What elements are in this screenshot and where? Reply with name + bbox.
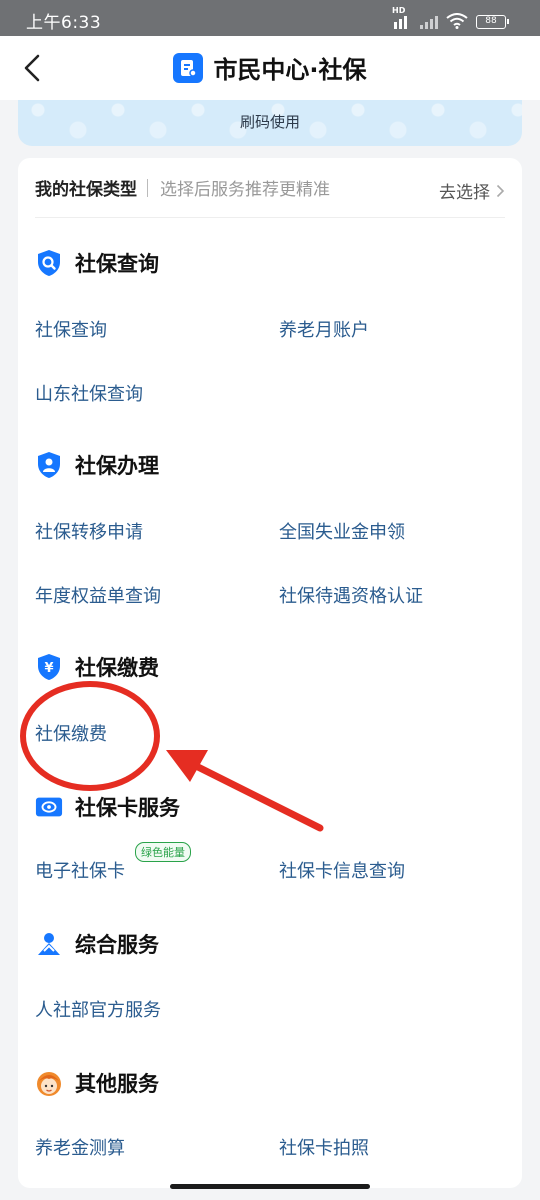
choose-type-label: 去选择	[439, 183, 490, 203]
service-link[interactable]: 电子社保卡	[35, 857, 125, 883]
nav-bar: 市民中心·社保	[0, 36, 540, 100]
divider	[147, 178, 148, 197]
avatar-face-icon	[35, 1069, 63, 1097]
section-title: 综合服务	[75, 933, 159, 957]
service-link[interactable]: 社保缴费	[35, 720, 107, 746]
cellular-signal-icon: HD	[392, 6, 412, 29]
section-title: 其他服务	[75, 1072, 159, 1096]
section-header-general: 综合服务	[35, 929, 159, 959]
section-title: 社保查询	[75, 252, 159, 276]
wifi-icon	[446, 13, 468, 29]
scan-code-label: 刷码使用	[239, 113, 300, 131]
person-services-icon	[35, 930, 63, 958]
service-link[interactable]: 年度权益单查询	[35, 582, 161, 608]
service-link[interactable]: 社保转移申请	[35, 518, 143, 544]
shield-person-icon	[35, 451, 63, 479]
status-bar: 上午6:33 HD 88	[0, 0, 540, 36]
insurance-type-hint: 选择后服务推荐更精准	[160, 180, 330, 200]
nav-title: 市民中心·社保	[0, 50, 540, 85]
social-card-icon	[35, 793, 63, 821]
services-card: 我的社保类型 选择后服务推荐更精准 去选择 社保查询 社保查询 养老月账户 山东…	[18, 158, 522, 1188]
svg-text:¥: ¥	[44, 661, 53, 676]
service-link[interactable]: 养老金测算	[35, 1134, 125, 1160]
shield-search-icon	[35, 249, 63, 277]
home-indicator[interactable]	[170, 1184, 370, 1189]
section-header-handle: 社保办理	[35, 450, 159, 480]
green-energy-badge: 绿色能量	[135, 842, 191, 862]
shield-yuan-icon: ¥	[35, 653, 63, 681]
battery-icon: 88	[476, 15, 509, 29]
choose-type-button[interactable]: 去选择	[439, 178, 505, 203]
citizen-center-logo-icon	[173, 52, 204, 83]
status-time: 上午6:33	[26, 13, 102, 33]
section-header-query: 社保查询	[35, 248, 159, 278]
insurance-type-label: 我的社保类型	[35, 180, 137, 200]
service-link[interactable]: 社保待遇资格认证	[279, 582, 423, 608]
cellular-signal-2-icon	[420, 15, 438, 29]
battery-level: 88	[485, 16, 497, 26]
section-title: 社保办理	[75, 454, 159, 478]
service-link[interactable]: 社保卡拍照	[279, 1134, 369, 1160]
section-header-card: 社保卡服务	[35, 792, 180, 822]
section-header-other: 其他服务	[35, 1068, 159, 1098]
service-link[interactable]: 山东社保查询	[35, 380, 143, 406]
hd-badge: HD	[392, 6, 406, 15]
service-link[interactable]: 社保卡信息查询	[279, 857, 405, 883]
service-link[interactable]: 养老月账户	[279, 316, 369, 342]
service-link[interactable]: 人社部官方服务	[35, 996, 161, 1022]
scan-code-banner[interactable]: 刷码使用	[18, 100, 522, 146]
service-link[interactable]: 社保查询	[35, 316, 107, 342]
status-icons: HD 88	[392, 6, 509, 29]
section-title: 社保缴费	[75, 656, 159, 680]
insurance-type-row[interactable]: 我的社保类型 选择后服务推荐更精准 去选择	[35, 158, 505, 218]
section-header-payment: ¥ 社保缴费	[35, 652, 159, 682]
section-title: 社保卡服务	[75, 796, 180, 820]
chevron-right-icon	[496, 184, 505, 197]
service-link[interactable]: 全国失业金申领	[279, 518, 405, 544]
page-title: 市民中心·社保	[213, 56, 367, 84]
